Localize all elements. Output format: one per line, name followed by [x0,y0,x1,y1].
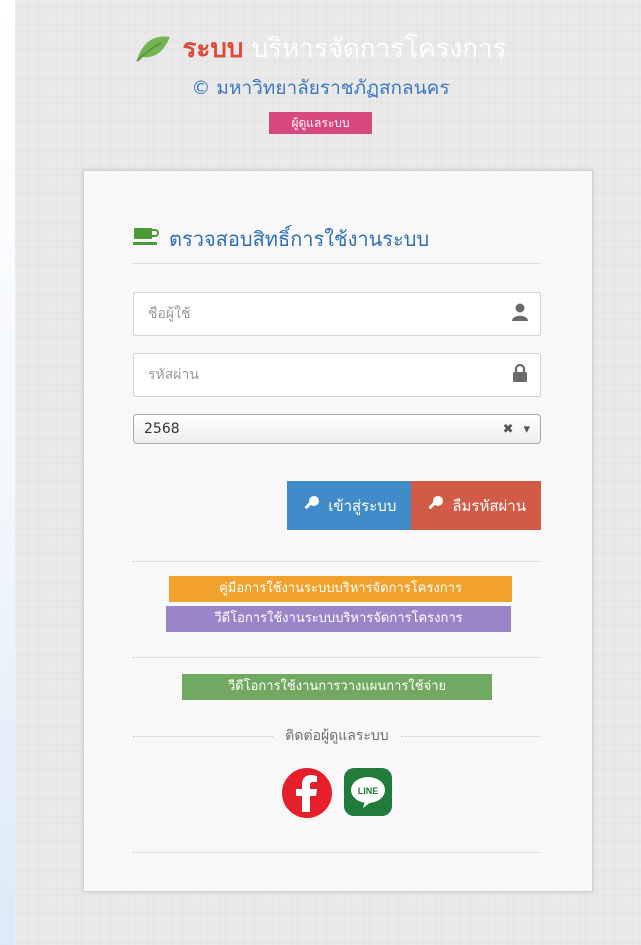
login-button-label: เข้าสู่ระบบ [328,497,397,515]
username-input[interactable] [146,305,490,323]
admin-badge: ผู้ดูแลระบบ [269,112,372,134]
divider [133,657,541,658]
login-title-text: ตรวจสอบสิทธิ์การใช้งานระบบ [169,227,430,251]
password-field[interactable] [133,353,541,397]
forgot-button-label: ลืมรหัสผ่าน [452,497,526,515]
contact-admin: ติดต่อผู้ดูแลระบบ [133,725,541,747]
clear-icon[interactable]: ✖ [503,422,514,437]
budget-video-link[interactable]: วีดีโอการใช้งานการวางแผนการใช้จ่าย [182,674,492,700]
app-header: ระบบ บริหารจัดการโครงการ © มหาวิทยาลัยรา… [0,32,641,134]
divider [133,561,541,562]
app-title: ระบบ บริหารจัดการโครงการ [0,32,641,66]
app-title-red: ระบบ [182,34,244,64]
lock-icon [512,363,528,386]
chevron-down-icon[interactable]: ▾ [523,422,530,437]
left-gradient-strip [0,0,15,945]
app-title-white: บริหารจัดการโครงการ [251,34,507,64]
divider [400,735,541,737]
key-icon [426,495,444,517]
divider [133,852,541,853]
year-select[interactable]: 2568 ✖ ▾ [133,414,541,444]
coffee-cup-icon [133,226,159,252]
username-field[interactable] [133,292,541,336]
password-input[interactable] [146,366,490,384]
login-button[interactable]: เข้าสู่ระบบ [287,481,412,530]
leaf-logo-icon [134,35,172,63]
project-video-link[interactable]: วีดีโอการใช้งานระบบบริหารจัดการโครงการ [166,606,511,632]
social-links: LINE [133,767,541,823]
divider [133,735,274,737]
facebook-icon[interactable] [281,767,333,823]
login-heading: ตรวจสอบสิทธิ์การใช้งานระบบ [133,226,541,264]
line-icon[interactable]: LINE [343,767,393,823]
line-icon-label: LINE [358,786,379,796]
user-icon [512,303,528,325]
contact-label: ติดต่อผู้ดูแลระบบ [285,728,389,744]
manual-link[interactable]: คู่มือการใช้งานระบบบริหารจัดการโครงการ [169,576,512,602]
university-subtitle: © มหาวิทยาลัยราชภัฏสกลนคร [191,77,450,99]
year-select-value: 2568 [144,421,180,437]
forgot-password-button[interactable]: ลืมรหัสผ่าน [411,481,541,530]
login-card: ตรวจสอบสิทธิ์การใช้งานระบบ 2568 ✖ ▾ [83,170,593,892]
key-icon [302,495,320,517]
login-buttons: เข้าสู่ระบบ ลืมรหัสผ่าน [133,481,541,530]
